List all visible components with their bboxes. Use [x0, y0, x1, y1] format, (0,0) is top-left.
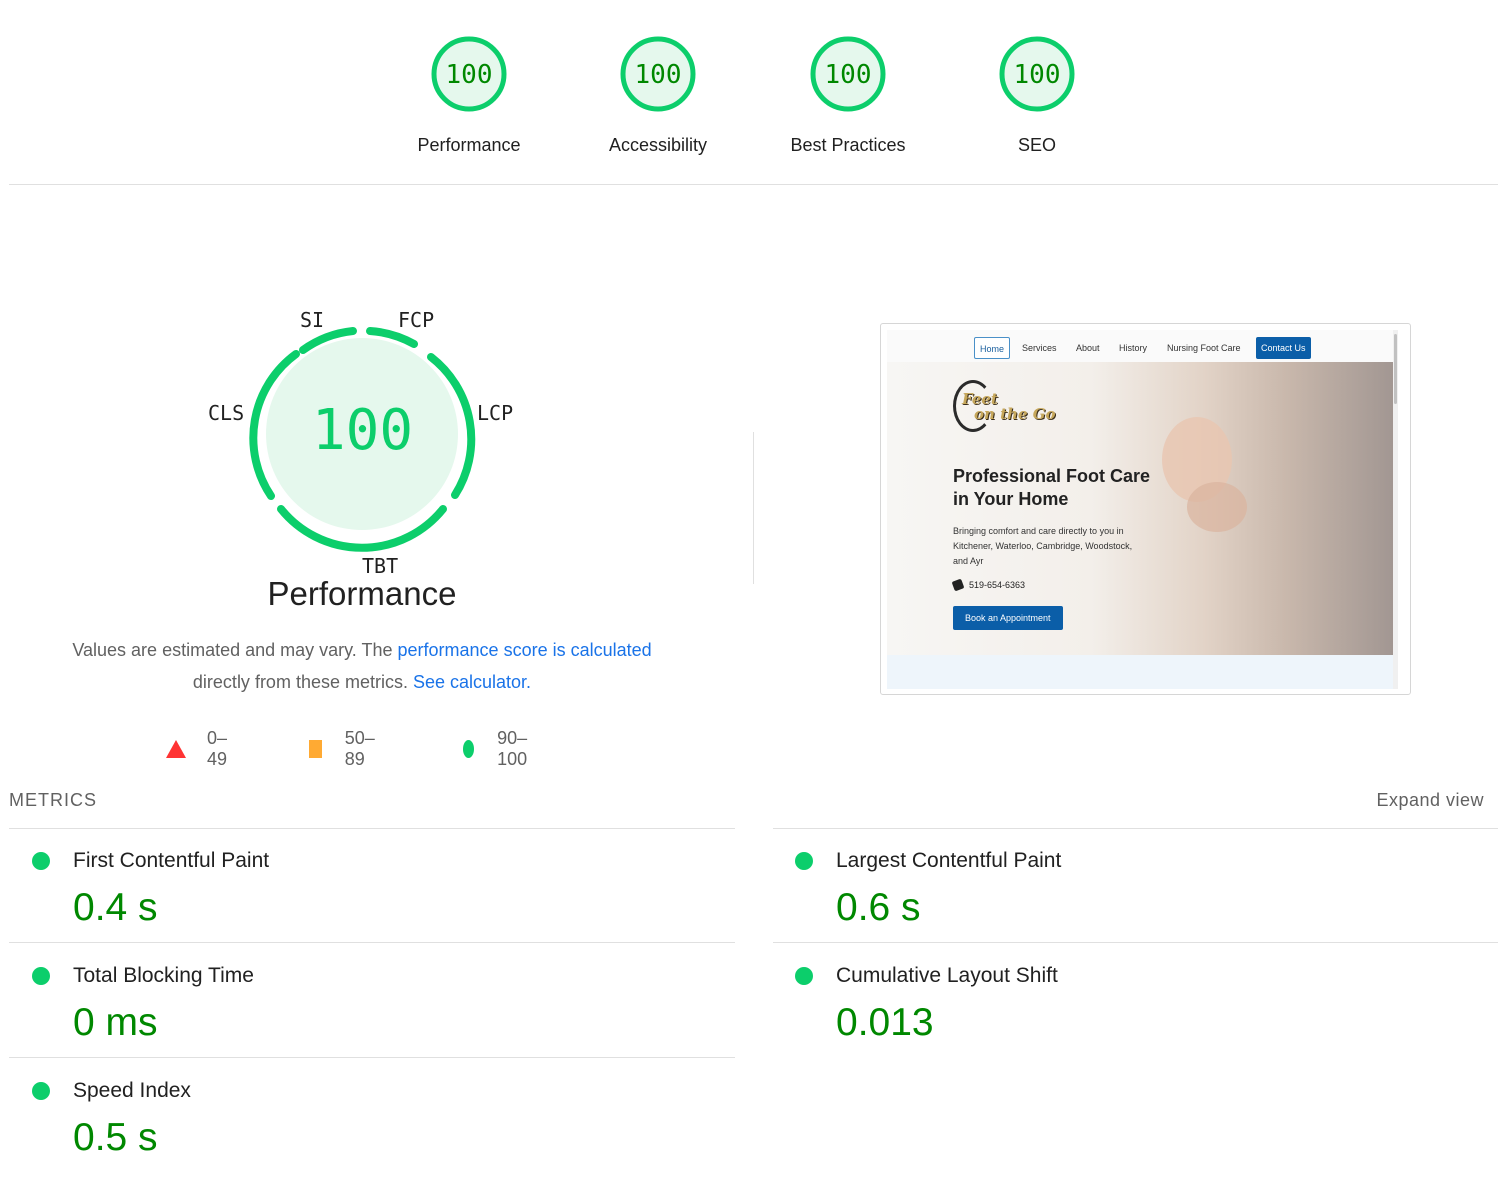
performance-gauge: SI FCP LCP TBT CLS 100 — [200, 300, 525, 590]
nav-history: History — [1119, 343, 1148, 353]
gauge-label-fcp: FCP — [398, 308, 435, 332]
gauge-label: Performance — [417, 135, 521, 155]
gauge-label: SEO — [1017, 135, 1056, 155]
score-ring: 100 — [810, 36, 886, 112]
metric-title: First Contentful Paint — [73, 849, 270, 872]
gauge-performance[interactable]: 100 Performance — [389, 34, 549, 156]
gauge-label-lcp: LCP — [477, 401, 514, 425]
score-ring: 100 — [999, 36, 1075, 112]
nav-contact: Contact Us — [1256, 337, 1311, 359]
score-value: 100 — [1014, 60, 1061, 90]
score-value: 100 — [825, 60, 872, 90]
score-value: 100 — [635, 60, 682, 90]
nav-home: Home — [974, 337, 1011, 359]
description-text: directly from these metrics. — [192, 672, 413, 692]
gauge-label: Accessibility — [608, 135, 708, 155]
hero-phone: 519-654-6363 — [951, 578, 1026, 592]
metric-value: 0.013 — [836, 1001, 934, 1044]
site-section-below — [887, 655, 1398, 689]
gauge-seo[interactable]: 100 SEO — [957, 34, 1117, 156]
site-hero: Feet on the Go Professional Foot Care in… — [887, 362, 1398, 655]
metric-cumulative-layout-shift: Cumulative Layout Shift 0.013 — [772, 943, 1472, 1058]
score-ring: 100 — [620, 36, 696, 112]
triangle-icon — [166, 740, 186, 758]
legend-average: 50–89 — [309, 728, 380, 770]
pass-circle-icon — [795, 967, 813, 985]
metric-first-contentful-paint: First Contentful Paint 0.4 s — [9, 828, 709, 943]
scroll-thumb — [1394, 334, 1397, 404]
legend-fail: 0–49 — [166, 728, 227, 770]
vertical-divider — [753, 432, 754, 584]
metrics-header: METRICS — [9, 790, 97, 810]
logo-line-2: on the Go — [974, 405, 1056, 423]
score-calculated-link[interactable]: performance score is calculated — [398, 640, 652, 660]
pass-circle-icon — [795, 852, 813, 870]
metric-value: 0.6 s — [836, 886, 921, 929]
screenshot-scrollbar — [1393, 330, 1398, 689]
metric-value: 0.5 s — [73, 1116, 158, 1159]
circle-icon — [463, 740, 475, 758]
site-nav: Home Services About History Nursing Foot… — [887, 330, 1398, 362]
metric-largest-contentful-paint: Largest Contentful Paint 0.6 s — [772, 828, 1472, 943]
metric-value: 0 ms — [73, 1001, 158, 1044]
score-value: 100 — [446, 60, 493, 90]
gauge-accessibility[interactable]: 100 Accessibility — [578, 34, 738, 156]
legend-pass: 90–100 — [463, 728, 534, 770]
nav-nursing-foot-care: Nursing Foot Care — [1167, 343, 1241, 353]
score-description: Values are estimated and may vary. The p… — [12, 634, 712, 698]
score-ring: 100 — [431, 36, 507, 112]
expand-view-button[interactable]: Expand view — [1376, 790, 1484, 811]
metric-title: Speed Index — [73, 1079, 191, 1102]
phone-number: 519-654-6363 — [969, 580, 1026, 590]
nav-services: Services — [1022, 343, 1057, 353]
description-text: Values are estimated and may vary. The — [72, 640, 398, 660]
pass-circle-icon — [32, 967, 50, 985]
final-screenshot[interactable]: Home Services About History Nursing Foot… — [880, 323, 1411, 695]
square-icon — [309, 740, 322, 758]
metric-title: Largest Contentful Paint — [836, 849, 1062, 872]
metric-total-blocking-time: Total Blocking Time 0 ms — [9, 943, 709, 1058]
pass-circle-icon — [32, 852, 50, 870]
performance-title: Performance — [267, 575, 457, 612]
metric-title: Cumulative Layout Shift — [836, 964, 1058, 987]
divider — [9, 184, 1498, 185]
metric-speed-index: Speed Index 0.5 s — [9, 1058, 709, 1173]
nav-about: About — [1076, 343, 1100, 353]
gauge-label-si: SI — [300, 308, 325, 332]
site-logo: Feet on the Go — [962, 392, 1056, 422]
legend-range: 50–89 — [344, 728, 375, 769]
metric-title: Total Blocking Time — [73, 964, 254, 987]
gauge-label-cls: CLS — [208, 401, 245, 425]
hero-subtitle: Bringing comfort and care directly to yo… — [953, 526, 1133, 566]
legend-range: 90–100 — [497, 728, 528, 769]
phone-icon — [951, 578, 965, 592]
gauge-best-practices[interactable]: 100 Best Practices — [768, 34, 928, 156]
see-calculator-link[interactable]: See calculator. — [413, 672, 531, 692]
legend-range: 0–49 — [207, 728, 228, 769]
screenshot-viewport: Home Services About History Nursing Foot… — [887, 330, 1398, 689]
performance-score: 100 — [311, 398, 414, 463]
gauge-label: Best Practices — [790, 135, 906, 155]
category-scores: 100 Performance 100 Accessibility 100 Be… — [0, 0, 1498, 185]
book-appointment-button: Book an Appointment — [953, 606, 1063, 630]
hero-title: Professional Foot Care in Your Home — [953, 466, 1151, 509]
metric-value: 0.4 s — [73, 886, 158, 929]
hero-image-hand — [1187, 482, 1247, 532]
pass-circle-icon — [32, 1082, 50, 1100]
